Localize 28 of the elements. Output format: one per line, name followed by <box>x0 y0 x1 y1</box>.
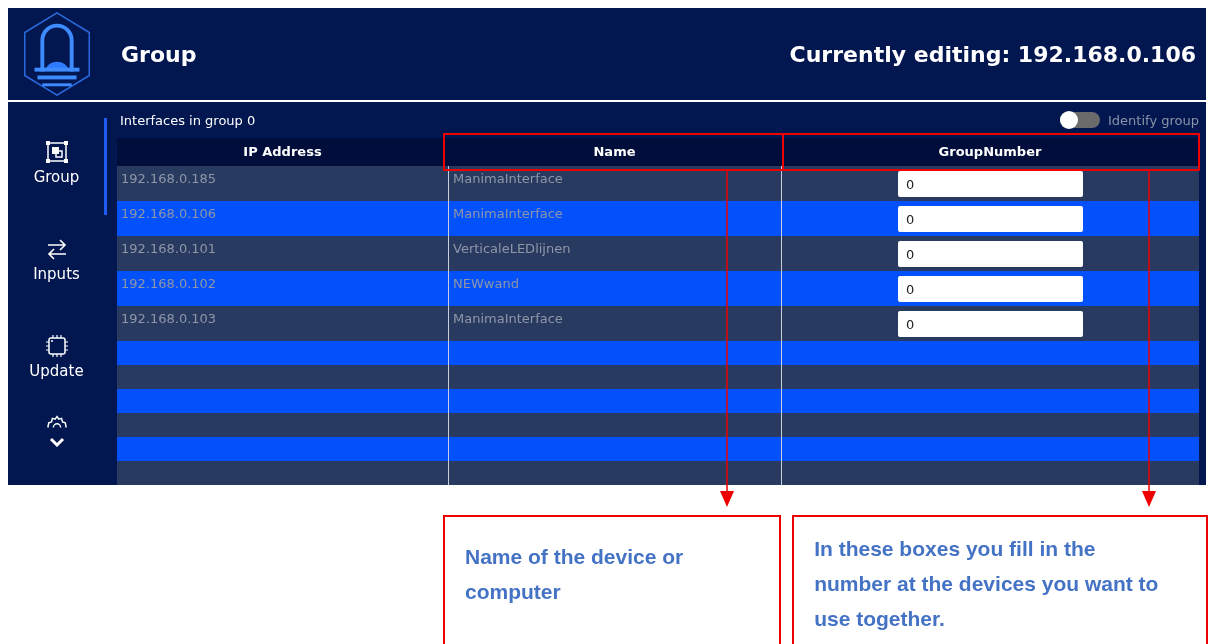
group-number-field[interactable]: 0 <box>898 171 1083 197</box>
table-cell-text: 192.168.0.101 <box>120 240 218 258</box>
callout-text: Name of the device or computer <box>465 544 685 605</box>
column-header: IP Address <box>243 144 322 159</box>
column-header: GroupNumber <box>938 144 1042 159</box>
group-label: Interfaces in group 0 <box>120 112 256 128</box>
table-cell-text: 192.168.0.102 <box>120 275 218 293</box>
chevron-down-icon[interactable] <box>48 437 65 447</box>
table-cell-text: 192.168.0.103 <box>120 310 218 328</box>
editing-label: Currently editing: 192.168.0.106 <box>789 41 1196 67</box>
nav-item[interactable]: Update <box>8 312 105 409</box>
identify-toggle[interactable] <box>1060 112 1101 128</box>
group-number-field[interactable]: 0 <box>898 241 1083 267</box>
column-header: Name <box>593 144 636 159</box>
group-number-field[interactable]: 0 <box>898 206 1083 232</box>
page-title: Group <box>121 41 198 67</box>
callout-text: In these boxes you fill in the number at the devices you want to use together. <box>814 536 1160 632</box>
logo-icon <box>21 11 92 97</box>
settings-icon[interactable] <box>45 415 68 429</box>
nav-item[interactable]: Inputs <box>8 215 105 312</box>
identify-label: Identify group <box>1108 112 1199 128</box>
group-number-field[interactable]: 0 <box>898 311 1083 337</box>
table-cell-text: 192.168.0.106 <box>120 205 218 223</box>
chip-icon <box>44 334 69 358</box>
group-icon <box>44 140 69 164</box>
group-number-field[interactable]: 0 <box>898 276 1083 302</box>
nav-item[interactable]: Group <box>8 118 105 215</box>
table-cell-text: 192.168.0.185 <box>120 170 218 188</box>
